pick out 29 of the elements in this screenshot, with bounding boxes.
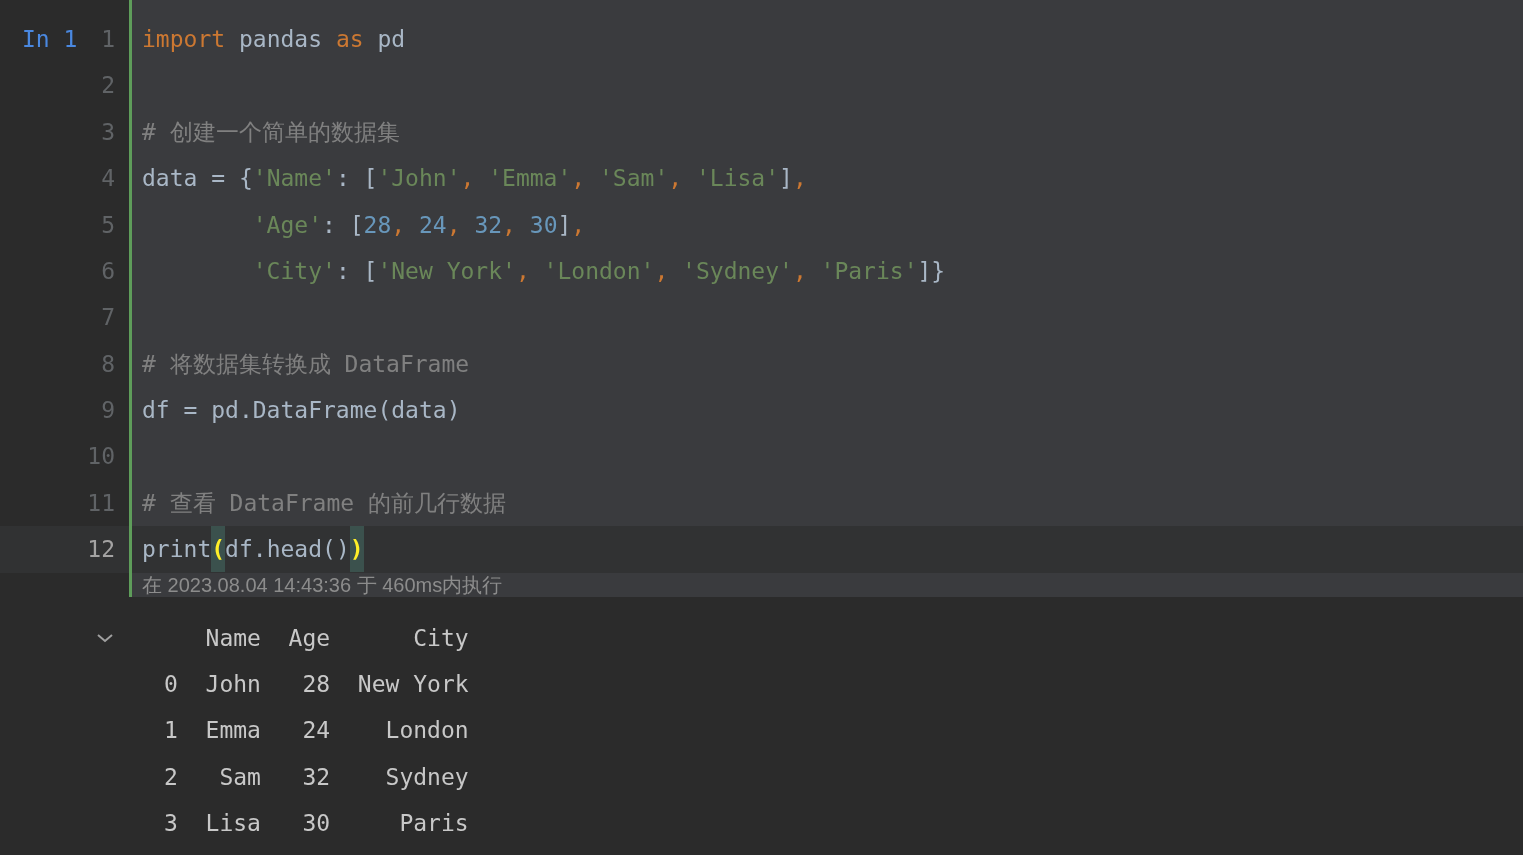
line-number: 10 — [87, 442, 115, 472]
output-line: 2 Sam 32 Sydney — [164, 762, 469, 792]
line-number: 12 — [87, 535, 115, 565]
code-line: import pandas as pd — [142, 25, 406, 55]
collapse-chevron-icon[interactable] — [96, 632, 114, 643]
execution-time-text: 在 2023.08.04 14:43:36 于 460ms内执行 — [142, 572, 503, 597]
code-line: data = {'Name': ['John', 'Emma', 'Sam', 'Lisa'], — [142, 164, 807, 194]
line-number: 6 — [101, 256, 115, 286]
code-line: print(df.head()) — [142, 526, 364, 573]
code-line: # 将数据集转换成 DataFrame — [142, 349, 470, 379]
line-number: 4 — [101, 164, 115, 194]
line-number: 2 — [101, 71, 115, 101]
line-number: 11 — [87, 488, 115, 518]
cell-prompt: In 1 — [22, 24, 78, 54]
output-line: 3 Lisa 30 Paris — [164, 809, 469, 839]
line-number: 3 — [101, 117, 115, 147]
line-number: 8 — [101, 349, 115, 379]
line-number: 9 — [101, 396, 115, 426]
output-line: Name Age City — [204, 623, 469, 653]
output-line: 0 John 28 New York — [164, 670, 469, 699]
code-line: # 创建一个简单的数据集 — [142, 117, 400, 147]
code-line: 'City': ['New York', 'London', 'Sydney', 'Paris']} — [251, 257, 946, 287]
line-number: 7 — [101, 303, 115, 333]
output-line: 1 Emma 24 London — [164, 716, 469, 746]
line-number: 1 — [101, 24, 115, 54]
code-line: df = pd.DataFrame(data) — [142, 396, 461, 426]
line-number: 5 — [101, 210, 115, 240]
code-line: 'Age': [28, 24, 32, 30], — [251, 210, 586, 240]
code-line: # 查看 DataFrame 的前几行数据 — [142, 489, 506, 519]
